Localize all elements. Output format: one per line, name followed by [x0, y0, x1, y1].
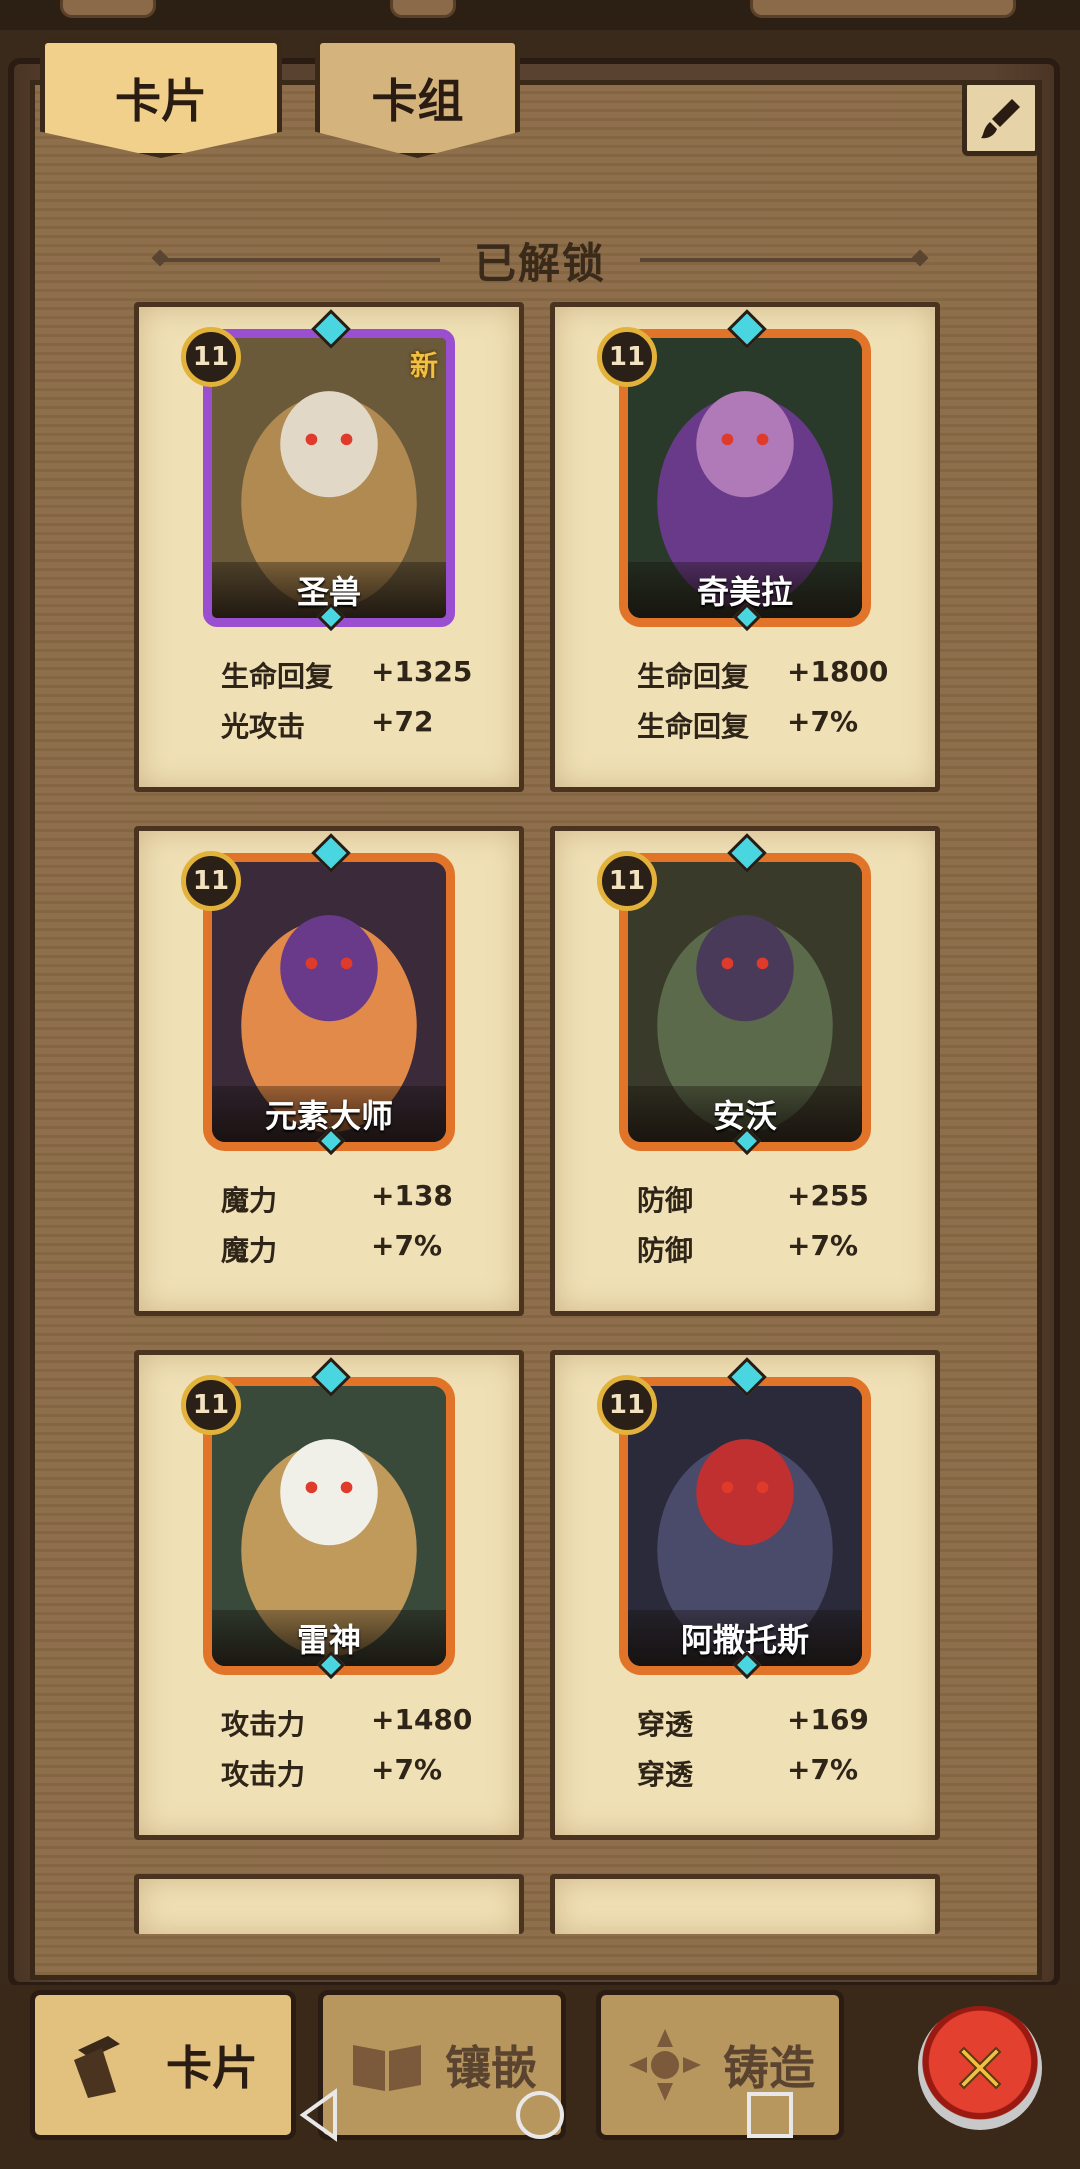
stat-value: +7%: [371, 1229, 442, 1262]
stat-label: 生命回复: [637, 710, 750, 743]
card-item[interactable]: 元素大师 11 魔力 +138 魔力 +7%: [134, 826, 524, 1316]
level-badge: 11: [181, 851, 241, 911]
nav-cards-label: 卡片: [166, 2041, 258, 2095]
brush-icon: [981, 99, 1020, 139]
stat-label: 攻击力: [221, 1758, 306, 1791]
stat-value: +7%: [787, 705, 858, 738]
close-x-icon: [958, 2046, 1002, 2090]
stat-value: +1325: [371, 655, 473, 688]
card-item[interactable]: 新圣兽 11 生命回复 +1325 光攻击 +72: [134, 302, 524, 792]
back-nav-icon[interactable]: [285, 2080, 355, 2150]
new-badge: 新: [409, 349, 438, 382]
card-portrait-frame: 奇美拉: [619, 329, 871, 627]
status-chip: [750, 0, 1016, 18]
card-portrait-frame: 安沃: [619, 853, 871, 1151]
cards-icon: [74, 2036, 120, 2098]
stat-label: 攻击力: [221, 1708, 306, 1741]
top-strip: [0, 0, 1080, 30]
status-chip: [60, 0, 156, 18]
level-badge: 11: [597, 1375, 657, 1435]
stat-label: 防御: [637, 1234, 694, 1267]
card-item[interactable]: 奇美拉 11 生命回复 +1800 生命回复 +7%: [550, 302, 940, 792]
card-partial[interactable]: [134, 1874, 524, 1934]
card-item[interactable]: 雷神 11 攻击力 +1480 攻击力 +7%: [134, 1350, 524, 1840]
level-badge: 11: [597, 851, 657, 911]
stat-value: +7%: [787, 1753, 858, 1786]
stat-label: 魔力: [221, 1234, 278, 1267]
ornament-right: [640, 258, 920, 262]
edit-button[interactable]: [962, 80, 1040, 156]
stat-value: +1800: [787, 655, 889, 688]
level-badge: 11: [597, 327, 657, 387]
card-item[interactable]: 安沃 11 防御 +255 防御 +7%: [550, 826, 940, 1316]
card-portrait-frame: 元素大师: [203, 853, 455, 1151]
stat-value: +72: [371, 705, 434, 738]
stat-value: +255: [787, 1179, 869, 1212]
stat-label: 生命回复: [637, 660, 750, 693]
level-badge: 11: [181, 1375, 241, 1435]
home-nav-icon[interactable]: [505, 2080, 575, 2150]
stat-label: 穿透: [637, 1708, 694, 1741]
book-icon: [353, 2045, 421, 2091]
stat-value: +1480: [371, 1703, 473, 1736]
recents-nav-icon[interactable]: [735, 2080, 805, 2150]
card-portrait-frame: 雷神: [203, 1377, 455, 1675]
status-chip: [390, 0, 456, 18]
stat-value: +138: [371, 1179, 453, 1212]
card-portrait-frame: 新圣兽: [203, 329, 455, 627]
close-button[interactable]: [918, 2006, 1042, 2130]
stat-label: 魔力: [221, 1184, 278, 1217]
card-item[interactable]: 阿撒托斯 11 穿透 +169 穿透 +7%: [550, 1350, 940, 1840]
card-portrait-frame: 阿撒托斯: [619, 1377, 871, 1675]
stat-label: 穿透: [637, 1758, 694, 1791]
card-partial[interactable]: [550, 1874, 940, 1934]
stat-label: 光攻击: [221, 710, 306, 743]
level-badge: 11: [181, 327, 241, 387]
stat-value: +169: [787, 1703, 869, 1736]
stat-value: +7%: [371, 1753, 442, 1786]
stat-label: 生命回复: [221, 660, 334, 693]
stat-value: +7%: [787, 1229, 858, 1262]
stat-label: 防御: [637, 1184, 694, 1217]
nav-cards-button[interactable]: 卡片: [30, 1990, 296, 2140]
nav-forge-button[interactable]: 铸造: [596, 1990, 844, 2140]
forge-icon: [629, 2029, 701, 2101]
